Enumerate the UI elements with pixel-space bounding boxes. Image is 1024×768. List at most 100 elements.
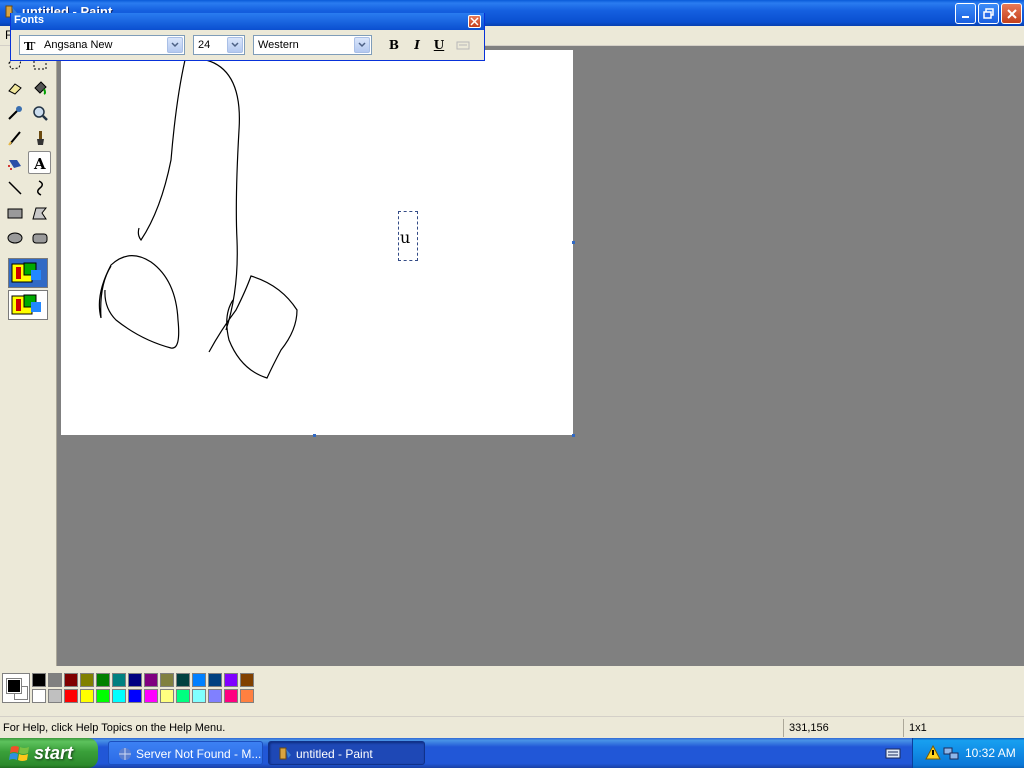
svg-text:A: A <box>33 155 46 172</box>
resize-handle-corner[interactable] <box>572 434 575 437</box>
palette-swatch[interactable] <box>208 689 222 703</box>
canvas-workspace[interactable]: u <box>57 46 1024 666</box>
curve-icon <box>36 179 43 196</box>
windows-logo-icon <box>9 746 29 761</box>
palette-swatch[interactable] <box>192 689 206 703</box>
status-help-text: For Help, click Help Topics on the Help … <box>3 722 226 734</box>
tool-fill[interactable] <box>28 76 51 99</box>
bold-button[interactable]: B <box>385 37 403 53</box>
foreground-color <box>6 678 22 694</box>
text-entry-box[interactable]: u <box>398 211 418 261</box>
palette-swatch[interactable] <box>176 689 190 703</box>
palette-swatch[interactable] <box>128 689 142 703</box>
palette-swatch[interactable] <box>64 689 78 703</box>
font-script-dropdown-arrow[interactable] <box>354 37 370 53</box>
vertical-text-button[interactable] <box>454 37 472 53</box>
font-name-dropdown-arrow[interactable] <box>167 37 183 53</box>
tool-color-picker[interactable] <box>3 101 26 124</box>
line-icon <box>7 180 22 195</box>
tool-line[interactable] <box>3 176 26 199</box>
resize-handle-bottom[interactable] <box>313 434 316 437</box>
minimize-button[interactable] <box>955 3 976 24</box>
tool-rectangle[interactable] <box>3 201 26 224</box>
option-opaque[interactable] <box>8 258 48 288</box>
chevron-down-icon <box>171 42 179 48</box>
eraser-icon <box>7 82 22 95</box>
palette-swatch[interactable] <box>192 673 206 687</box>
browser-app-icon <box>119 748 131 760</box>
eyedropper-icon <box>7 105 22 120</box>
text-entry-content: u <box>400 228 411 247</box>
tool-rounded-rectangle[interactable] <box>28 226 51 249</box>
current-colors[interactable] <box>2 673 30 703</box>
tool-pencil[interactable] <box>3 126 26 149</box>
resize-handle-right[interactable] <box>572 241 575 244</box>
pencil-icon <box>7 130 21 146</box>
fonts-toolbar-close-button[interactable] <box>468 15 481 28</box>
palette-swatch[interactable] <box>64 673 78 687</box>
network-icon[interactable] <box>943 745 959 761</box>
screen: untitled - Paint F A u Fonts T T Angsana… <box>0 0 1024 768</box>
security-alert-icon[interactable] <box>925 745 941 761</box>
tool-airbrush[interactable] <box>3 151 26 174</box>
palette-swatch[interactable] <box>144 689 158 703</box>
palette-swatch[interactable] <box>144 673 158 687</box>
palette-swatch[interactable] <box>48 689 62 703</box>
tool-brush[interactable] <box>28 126 51 149</box>
tool-eraser[interactable] <box>3 76 26 99</box>
palette-swatch[interactable] <box>48 673 62 687</box>
palette-swatch[interactable] <box>32 689 46 703</box>
tool-text[interactable]: A <box>28 151 51 174</box>
palette-swatch[interactable] <box>80 673 94 687</box>
palette-swatch[interactable] <box>160 689 174 703</box>
italic-button[interactable]: I <box>408 37 426 53</box>
fill-bucket-icon <box>33 80 47 95</box>
palette-swatch[interactable] <box>208 673 222 687</box>
underline-button[interactable]: U <box>430 37 448 53</box>
font-size-select[interactable]: 24 <box>193 35 245 55</box>
transparent-background-icon <box>11 294 41 315</box>
status-divider <box>903 719 904 737</box>
tool-box: A <box>0 46 57 666</box>
start-button[interactable]: start <box>0 738 98 768</box>
palette-swatch[interactable] <box>80 689 94 703</box>
chevron-down-icon <box>358 42 366 48</box>
font-script-select[interactable]: Western <box>253 35 372 55</box>
keyboard-language-icon[interactable] <box>885 746 901 760</box>
drawing-canvas[interactable]: u <box>61 50 573 435</box>
taskbar-item-browser[interactable]: Server Not Found - M... <box>108 741 263 765</box>
opaque-background-icon <box>11 262 41 283</box>
magnifier-icon <box>32 105 48 121</box>
fonts-toolbar: Fonts TT Angsana New 24 Western B I U <box>10 13 485 61</box>
rounded-rectangle-icon <box>32 233 47 243</box>
polygon-icon <box>31 207 47 219</box>
option-transparent[interactable] <box>8 290 48 320</box>
minimize-icon <box>961 15 969 18</box>
vertical-text-icon <box>456 41 470 50</box>
palette-swatch[interactable] <box>112 689 126 703</box>
palette-swatch[interactable] <box>96 689 110 703</box>
palette-swatch[interactable] <box>176 673 190 687</box>
palette-swatch[interactable] <box>160 673 174 687</box>
palette-swatch[interactable] <box>224 673 238 687</box>
tool-polygon[interactable] <box>28 201 51 224</box>
text-tool-icon: A <box>33 155 46 172</box>
airbrush-icon <box>7 159 21 170</box>
palette-swatch[interactable] <box>240 673 254 687</box>
taskbar-item-paint[interactable]: untitled - Paint <box>268 741 425 765</box>
tool-curve[interactable] <box>28 176 51 199</box>
tool-ellipse[interactable] <box>3 226 26 249</box>
palette-swatch[interactable] <box>128 673 142 687</box>
fonts-toolbar-titlebar[interactable]: Fonts <box>11 13 484 30</box>
palette-swatch[interactable] <box>112 673 126 687</box>
close-button[interactable] <box>1001 3 1022 24</box>
restore-button[interactable] <box>978 3 999 24</box>
font-name-select[interactable]: TT Angsana New <box>19 35 185 55</box>
clock[interactable]: 10:32 AM <box>965 746 1016 760</box>
palette-swatch[interactable] <box>96 673 110 687</box>
palette-swatch[interactable] <box>224 689 238 703</box>
palette-swatch[interactable] <box>32 673 46 687</box>
tool-magnifier[interactable] <box>28 101 51 124</box>
font-size-dropdown-arrow[interactable] <box>227 37 243 53</box>
palette-swatch[interactable] <box>240 689 254 703</box>
